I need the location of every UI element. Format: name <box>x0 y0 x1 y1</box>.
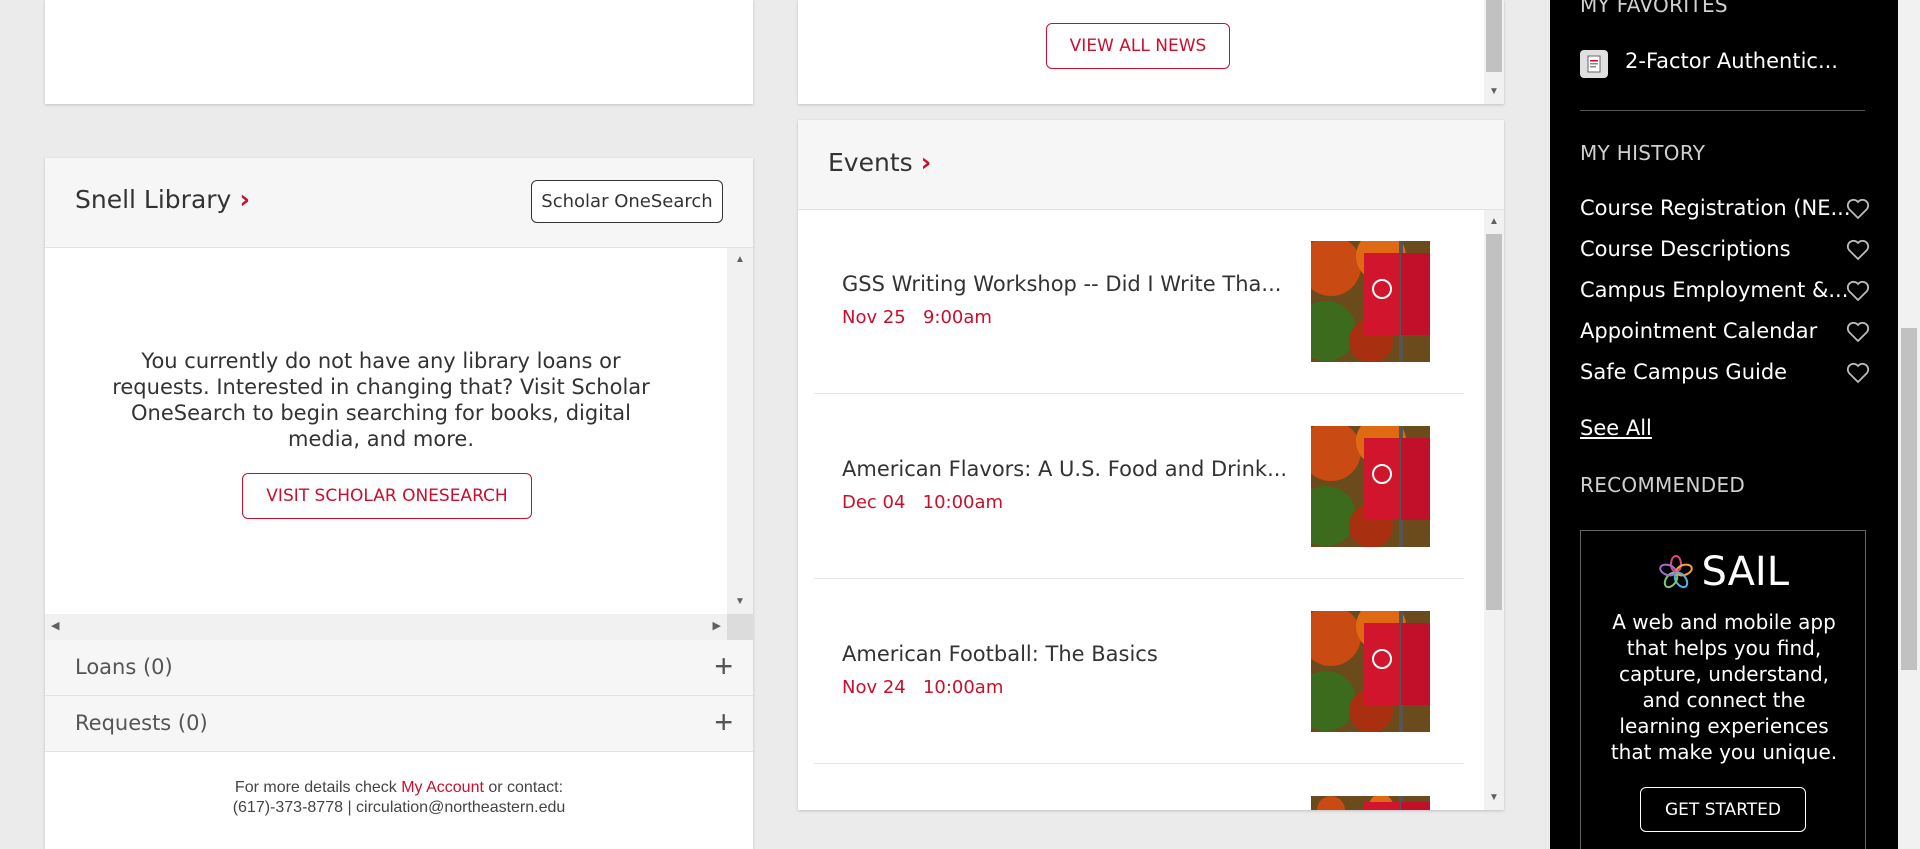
event-item[interactable]: American Flavors: A U.S. Food and Drink.… <box>814 395 1464 579</box>
my-account-link[interactable]: My Account <box>401 779 484 796</box>
get-started-button[interactable]: GET STARTED <box>1640 787 1806 832</box>
event-image-partial <box>1311 796 1430 810</box>
heart-icon[interactable] <box>1846 239 1870 261</box>
visit-scholar-onesearch-button[interactable]: VISIT SCHOLAR ONESEARCH <box>242 473 532 519</box>
scholar-onesearch-button[interactable]: Scholar OneSearch <box>531 180 723 223</box>
events-scrollbar[interactable]: ▲ ▼ <box>1484 210 1504 810</box>
events-card: Events › GSS Writing Workshop -- Did I Wr… <box>798 120 1504 810</box>
sail-description: A web and mobile app that helps you find… <box>1610 610 1838 764</box>
event-time: 10:00am <box>922 677 1004 698</box>
event-time: 9:00am <box>922 307 992 328</box>
events-title-link[interactable]: Events › <box>828 148 931 178</box>
events-header: Events › <box>798 120 1504 210</box>
heart-icon[interactable] <box>1846 321 1870 343</box>
event-date: Nov 24 <box>842 677 906 698</box>
page-scrollbar[interactable] <box>1898 0 1920 849</box>
events-title: Events <box>828 148 913 177</box>
loans-accordion[interactable]: Loans (0) + <box>45 640 753 696</box>
library-footer: For more details check My Account or con… <box>45 778 753 818</box>
events-list: GSS Writing Workshop -- Did I Write Tha.… <box>798 210 1504 810</box>
event-item[interactable]: GSS Writing Workshop -- Did I Write Tha.… <box>814 210 1464 394</box>
library-scroll-down-icon[interactable]: ▼ <box>727 594 753 610</box>
heart-icon[interactable] <box>1846 198 1870 220</box>
event-image[interactable] <box>1311 426 1430 547</box>
heart-icon[interactable] <box>1846 280 1870 302</box>
library-title: Snell Library <box>75 185 232 214</box>
recommended-label: RECOMMENDED <box>1580 473 1746 497</box>
sidebar-divider <box>1580 110 1865 111</box>
plus-icon[interactable]: + <box>714 704 733 741</box>
history-label[interactable]: Safe Campus Guide <box>1580 360 1787 384</box>
history-item[interactable]: Course Registration (NE... <box>1580 196 1870 220</box>
history-item[interactable]: Campus Employment &... <box>1580 278 1870 302</box>
history-label[interactable]: Course Descriptions <box>1580 237 1791 261</box>
library-vscrollbar[interactable]: ▲ ▼ <box>727 248 753 614</box>
event-image[interactable] <box>1311 241 1430 362</box>
event-title[interactable]: GSS Writing Workshop -- Did I Write Tha.… <box>842 272 1281 296</box>
news-scrollbar[interactable]: ▼ <box>1484 0 1504 104</box>
events-scroll-down-icon[interactable]: ▼ <box>1484 790 1504 806</box>
footer-suffix: or contact: <box>483 779 564 796</box>
history-label[interactable]: Appointment Calendar <box>1580 319 1817 343</box>
library-hscrollbar[interactable]: ◀ ▶ <box>45 614 727 640</box>
library-scroll-up-icon[interactable]: ▲ <box>727 252 753 268</box>
news-card: VIEW ALL NEWS ▼ <box>798 0 1504 104</box>
my-history-label: MY HISTORY <box>1580 141 1706 165</box>
heart-icon[interactable] <box>1846 362 1870 384</box>
history-item[interactable]: Course Descriptions <box>1580 237 1870 261</box>
favorite-item[interactable]: 2-Factor Authentic... <box>1580 48 1870 80</box>
event-item[interactable]: American Football: The Basics Nov 24 10:… <box>814 580 1464 764</box>
library-header: Snell Library › Scholar OneSearch <box>45 158 753 248</box>
history-item[interactable]: Safe Campus Guide <box>1580 360 1870 384</box>
library-content: You currently do not have any library lo… <box>45 248 753 614</box>
history-item[interactable]: Appointment Calendar <box>1580 319 1870 343</box>
sail-card: SAIL A web and mobile app that helps you… <box>1580 530 1866 849</box>
event-title[interactable]: American Flavors: A U.S. Food and Drink.… <box>842 457 1287 481</box>
history-label[interactable]: Campus Employment &... <box>1580 278 1848 302</box>
event-date: Nov 25 <box>842 307 906 328</box>
requests-label: Requests (0) <box>75 711 208 735</box>
plus-icon[interactable]: + <box>714 648 733 685</box>
footer-prefix: For more details check <box>234 779 402 796</box>
library-card: Snell Library › Scholar OneSearch You cur… <box>45 158 753 849</box>
events-scroll-up-icon[interactable]: ▲ <box>1484 214 1504 230</box>
event-time: 10:00am <box>922 492 1004 513</box>
top-left-card <box>45 0 753 104</box>
chevron-right-icon: › <box>239 185 251 215</box>
library-scroll-left-icon[interactable]: ◀ <box>51 619 59 632</box>
history-label[interactable]: Course Registration (NE... <box>1580 196 1851 220</box>
library-title-link[interactable]: Snell Library › <box>75 185 250 215</box>
news-scroll-down-icon[interactable]: ▼ <box>1484 84 1504 100</box>
event-image[interactable] <box>1311 611 1430 732</box>
library-scroll-corner <box>727 614 753 640</box>
loans-label: Loans (0) <box>75 655 173 679</box>
requests-accordion[interactable]: Requests (0) + <box>45 696 753 752</box>
library-scroll-right-icon[interactable]: ▶ <box>713 619 721 632</box>
event-title[interactable]: American Football: The Basics <box>842 642 1158 666</box>
event-datetime: Dec 04 10:00am <box>842 492 1003 513</box>
event-datetime: Nov 25 9:00am <box>842 307 992 328</box>
sail-logo: SAIL <box>1581 549 1867 595</box>
chevron-right-icon: › <box>920 148 932 178</box>
event-date: Dec 04 <box>842 492 906 513</box>
library-message: You currently do not have any library lo… <box>112 349 650 451</box>
sail-flower-icon <box>1659 555 1693 589</box>
news-scroll-thumb[interactable] <box>1486 0 1502 72</box>
page-scroll-thumb[interactable] <box>1901 328 1917 670</box>
event-datetime: Nov 24 10:00am <box>842 677 1003 698</box>
see-all-link[interactable]: See All <box>1580 416 1652 440</box>
my-favorites-label: MY FAVORITES <box>1580 0 1728 17</box>
document-icon <box>1580 50 1608 78</box>
events-scroll-thumb[interactable] <box>1486 234 1502 610</box>
sail-name: SAIL <box>1701 549 1790 595</box>
view-all-news-button[interactable]: VIEW ALL NEWS <box>1046 23 1230 69</box>
right-sidebar: MY FAVORITES 2-Factor Authentic... MY HI… <box>1550 0 1898 849</box>
footer-contact: (617)-373-8778 | circulation@northeaster… <box>232 799 566 816</box>
favorite-label[interactable]: 2-Factor Authentic... <box>1625 49 1838 73</box>
